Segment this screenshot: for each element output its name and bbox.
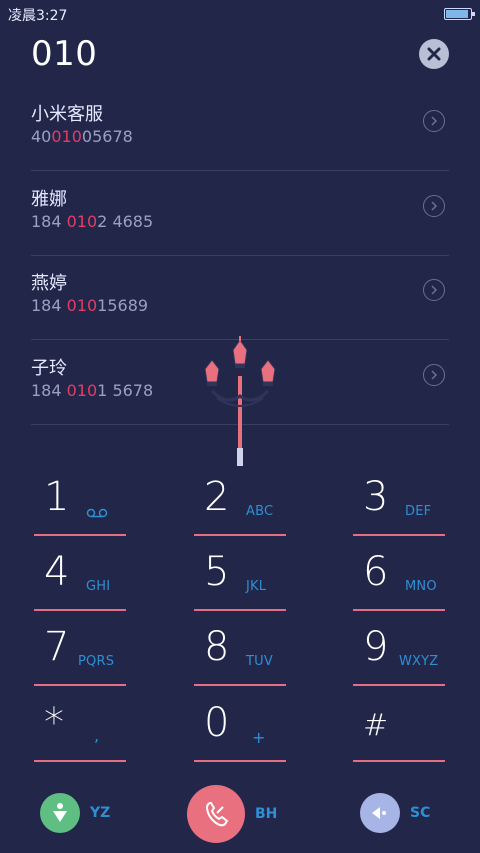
key-5[interactable]: 5 JKL	[194, 549, 286, 611]
status-time: 凌晨3:27	[8, 8, 68, 24]
contact-number: 184 0101 5678	[31, 381, 154, 400]
chevron-right-icon[interactable]	[423, 364, 445, 386]
contact-name: 子玲	[31, 358, 67, 379]
contact-item[interactable]: 燕婷 184 01015689	[31, 255, 449, 340]
call-label: BH	[255, 806, 278, 822]
battery-icon	[444, 8, 475, 20]
contact-name: 雅娜	[31, 189, 67, 210]
status-bar: 凌晨3:27	[0, 0, 480, 26]
voicemail-icon	[86, 508, 108, 518]
dialed-number: 010	[31, 34, 98, 74]
delete-label: SC	[410, 805, 431, 821]
contacts-action[interactable]: YZ	[40, 793, 110, 833]
key-8[interactable]: 8 TUV	[194, 624, 286, 686]
key-1[interactable]: 1	[34, 474, 126, 536]
key-star[interactable]: * ,	[34, 700, 126, 762]
contacts-label: YZ	[90, 805, 111, 821]
key-7[interactable]: 7 PQRS	[34, 624, 126, 686]
contact-number: 4001005678	[31, 127, 133, 146]
close-icon	[427, 47, 441, 61]
key-6[interactable]: 6 MNO	[353, 549, 445, 611]
contact-item[interactable]: 小米客服 4001005678	[31, 86, 449, 171]
key-0[interactable]: 0 +	[194, 700, 286, 762]
contact-number: 184 0102 4685	[31, 212, 154, 231]
key-3[interactable]: 3 DEF	[353, 474, 445, 536]
call-action[interactable]: BH	[187, 785, 277, 843]
chevron-right-icon[interactable]	[423, 110, 445, 132]
key-2[interactable]: 2 ABC	[194, 474, 286, 536]
street-lamp-icon	[204, 336, 276, 466]
chevron-right-icon[interactable]	[423, 279, 445, 301]
backspace-icon	[360, 793, 400, 833]
key-9[interactable]: 9 WXYZ	[353, 624, 445, 686]
contact-name: 小米客服	[31, 104, 103, 125]
clear-button[interactable]	[419, 39, 449, 69]
phone-icon	[187, 785, 245, 843]
contact-name: 燕婷	[31, 273, 67, 294]
contact-item[interactable]: 雅娜 184 0102 4685	[31, 171, 449, 256]
delete-action[interactable]: SC	[360, 793, 430, 833]
person-icon	[40, 793, 80, 833]
key-hash[interactable]: #	[353, 706, 445, 762]
chevron-right-icon[interactable]	[423, 195, 445, 217]
contact-number: 184 01015689	[31, 296, 149, 315]
key-4[interactable]: 4 GHI	[34, 549, 126, 611]
